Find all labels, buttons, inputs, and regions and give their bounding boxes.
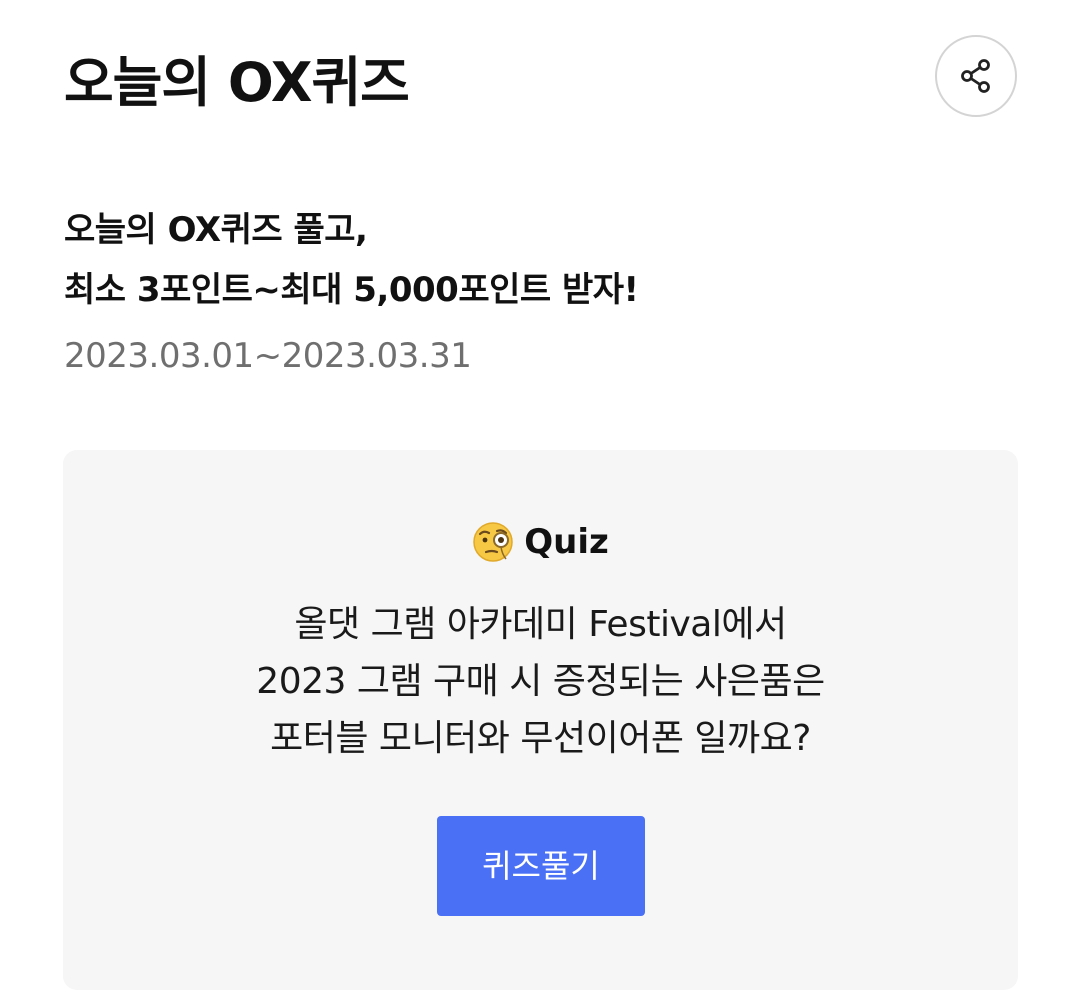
event-period: 2023.03.01~2023.03.31 — [64, 336, 472, 376]
quiz-label: Quiz — [63, 518, 1018, 566]
headline-line-2: 최소 3포인트~최대 5,000포인트 받자! — [64, 270, 639, 310]
quiz-card: Quiz 올댓 그램 아카데미 Festival에서 2023 그램 구매 시 … — [63, 450, 1018, 990]
solve-quiz-button[interactable]: 퀴즈풀기 — [437, 816, 645, 916]
face-with-monocle-icon — [473, 522, 513, 562]
quiz-label-text: Quiz — [524, 522, 609, 562]
quiz-question-line-2: 2023 그램 구매 시 증정되는 사은품은 — [256, 661, 825, 702]
share-button[interactable] — [935, 35, 1017, 117]
event-headline: 오늘의 OX퀴즈 풀고, 최소 3포인트~최대 5,000포인트 받자! — [64, 200, 639, 320]
share-icon — [961, 59, 990, 93]
quiz-question-line-1: 올댓 그램 아카데미 Festival에서 — [294, 604, 787, 645]
quiz-question-line-3: 포터블 모니터와 무선이어폰 일까요? — [270, 718, 811, 759]
page-title: 오늘의 OX퀴즈 — [64, 51, 410, 114]
quiz-question: 올댓 그램 아카데미 Festival에서 2023 그램 구매 시 증정되는 … — [63, 596, 1018, 767]
headline-line-1: 오늘의 OX퀴즈 풀고, — [64, 210, 368, 250]
